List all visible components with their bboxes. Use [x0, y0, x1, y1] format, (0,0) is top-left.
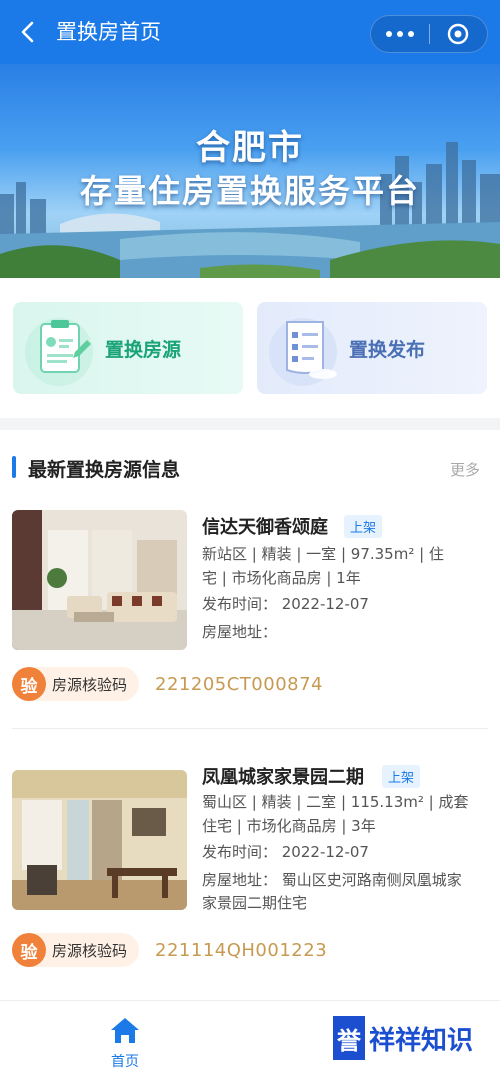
listing-name[interactable]: 凤凰城家家景园二期: [202, 763, 364, 789]
verify-label: 房源核验码: [52, 941, 128, 960]
watermark-text: 祥祥知识: [369, 1025, 474, 1056]
address: 房屋地址： 蜀山区史河路南侧凤凰城家: [202, 871, 462, 889]
banner-city: 合肥市: [196, 128, 304, 168]
nav-header: 置换房首页: [0, 0, 500, 64]
clipboard-list-icon: [13, 302, 105, 394]
page-title: 置换房首页: [56, 20, 161, 44]
verify-code-row: 验 房源核验码 221114QH001223: [12, 933, 327, 967]
section-separator: [0, 418, 500, 430]
publish-time: 发布时间： 2022-12-07: [202, 843, 369, 861]
listing-photo: [12, 510, 187, 650]
section-title: 最新置换房源信息: [28, 459, 181, 481]
close-target-icon[interactable]: [429, 22, 487, 46]
verify-code: 221114QH001223: [155, 939, 328, 961]
listing-detail: 新站区 | 精装 | 一室 | 97.35m² | 住: [202, 545, 444, 563]
listing-divider: [12, 728, 488, 729]
verify-pill: 验 房源核验码: [12, 667, 140, 701]
section-accent-bar: [12, 456, 16, 478]
banner-platform-title: 存量住房置换服务平台: [79, 172, 420, 210]
watermark-box: 誉: [333, 1016, 365, 1060]
verify-code-row: 验 房源核验码 221205CT000874: [12, 667, 323, 701]
hero-banner: 合肥市 存量住房置换服务平台: [0, 64, 500, 278]
listing-photo: [12, 770, 187, 910]
entry-publish-label: 置换发布: [349, 338, 426, 361]
more-dots-icon[interactable]: [371, 31, 429, 37]
verify-badge-icon: 验: [12, 933, 46, 967]
checklist-icon: [257, 302, 349, 394]
more-link[interactable]: 更多: [450, 459, 480, 480]
listing-detail: 蜀山区 | 精装 | 二室 | 115.13m² | 成套: [202, 793, 469, 811]
verify-badge-icon: 验: [12, 667, 46, 701]
verify-code: 221205CT000874: [155, 673, 324, 695]
listing-detail-cont: 宅 | 市场化商品房 | 1年: [202, 569, 361, 587]
status-badge: 上架: [344, 515, 383, 538]
home-icon: [111, 1018, 139, 1043]
address-cont: 家景园二期住宅: [202, 894, 308, 912]
tab-home-label: 首页: [111, 1054, 139, 1070]
back-arrow-icon[interactable]: [14, 18, 42, 46]
verify-label: 房源核验码: [52, 675, 128, 694]
listing-name[interactable]: 信达天御香颂庭: [202, 513, 328, 539]
status-badge: 上架: [382, 765, 421, 788]
entry-publish[interactable]: 置换发布: [257, 302, 487, 394]
entry-housing-sources-label: 置换房源: [105, 338, 182, 361]
entry-housing-sources[interactable]: 置换房源: [13, 302, 243, 394]
tab-home[interactable]: 首页: [100, 1015, 150, 1071]
miniprogram-capsule: [370, 15, 488, 53]
address: 房屋地址：: [202, 623, 278, 641]
publish-time: 发布时间： 2022-12-07: [202, 595, 369, 613]
watermark-logo: 誉 祥祥知识: [333, 1016, 473, 1060]
verify-pill: 验 房源核验码: [12, 933, 140, 967]
listing-detail-cont: 住宅 | 市场化商品房 | 3年: [202, 817, 376, 835]
